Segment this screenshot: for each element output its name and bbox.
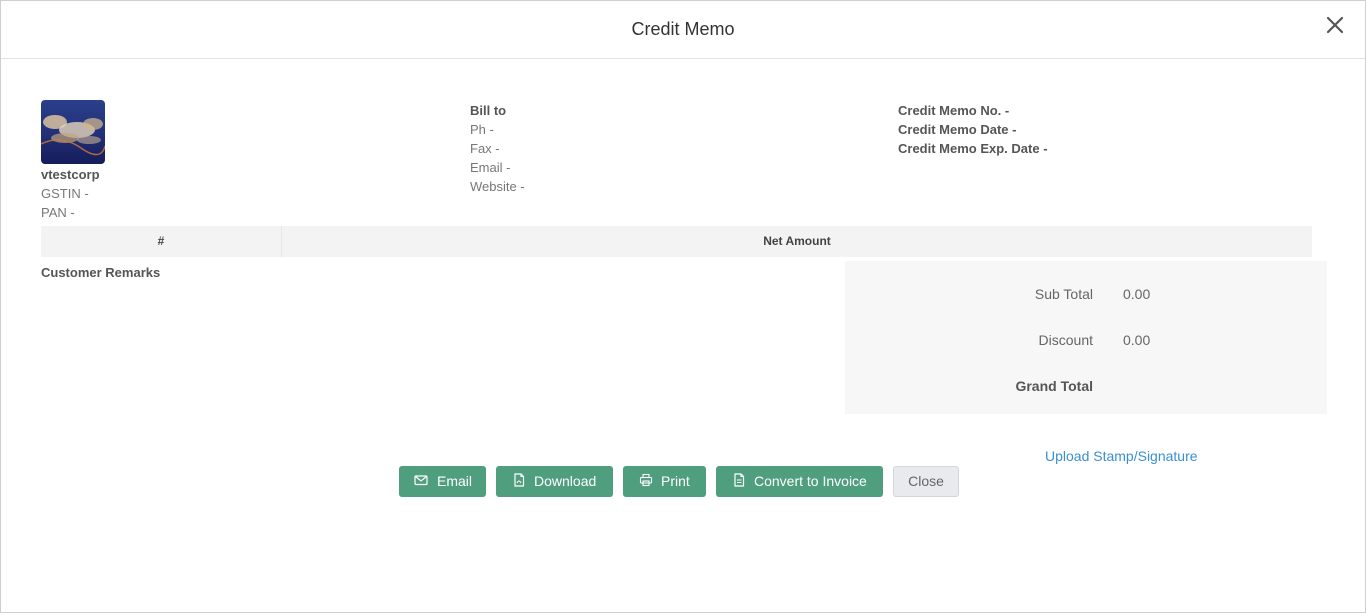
credit-memo-date: Credit Memo Date -	[898, 122, 1017, 137]
credit-memo-modal: Credit Memo vtestcorp GSTIN - PAN - Bill…	[0, 0, 1366, 613]
upload-stamp-signature-link[interactable]: Upload Stamp/Signature	[1045, 448, 1198, 464]
credit-memo-exp-date: Credit Memo Exp. Date -	[898, 141, 1048, 156]
pdf-file-icon	[512, 473, 526, 487]
bill-to-heading: Bill to	[470, 103, 507, 118]
download-button[interactable]: Download	[496, 466, 613, 497]
close-icon[interactable]	[1323, 13, 1347, 37]
bill-to-fax: Fax -	[470, 141, 500, 156]
bill-to-phone: Ph -	[470, 122, 494, 137]
discount-value: 0.00	[1123, 332, 1151, 348]
envelope-icon	[414, 473, 428, 487]
company-name: vtestcorp	[41, 167, 100, 182]
print-button[interactable]: Print	[623, 466, 706, 497]
email-button[interactable]: Email	[399, 466, 486, 497]
convert-to-invoice-button-label: Convert to Invoice	[754, 473, 867, 489]
customer-remarks-label: Customer Remarks	[41, 265, 161, 280]
column-header-number: #	[41, 226, 282, 257]
print-button-label: Print	[661, 473, 690, 489]
convert-to-invoice-button[interactable]: Convert to Invoice	[716, 466, 883, 497]
sub-total-label: Sub Total	[1034, 286, 1093, 302]
column-header-net-amount: Net Amount	[763, 234, 831, 248]
close-button[interactable]: Close	[893, 466, 959, 497]
modal-header: Credit Memo	[1, 1, 1365, 59]
totals-panel: Sub Total 0.00 Discount 0.00 Grand Total	[845, 261, 1327, 414]
modal-title: Credit Memo	[631, 19, 735, 39]
credit-memo-number: Credit Memo No. -	[898, 103, 1010, 118]
discount-label: Discount	[1038, 332, 1093, 348]
email-button-label: Email	[437, 473, 473, 489]
company-pan: PAN -	[41, 205, 75, 220]
printer-icon	[639, 473, 653, 487]
bill-to-website: Website -	[470, 179, 525, 194]
sub-total-value: 0.00	[1123, 286, 1151, 302]
bill-to-email: Email -	[470, 160, 511, 175]
company-logo	[41, 100, 105, 164]
download-button-label: Download	[534, 473, 597, 489]
items-table-header: # Net Amount	[41, 226, 1312, 257]
document-icon	[732, 473, 746, 487]
grand-total-label: Grand Total	[1015, 378, 1093, 394]
company-gstin: GSTIN -	[41, 186, 89, 201]
